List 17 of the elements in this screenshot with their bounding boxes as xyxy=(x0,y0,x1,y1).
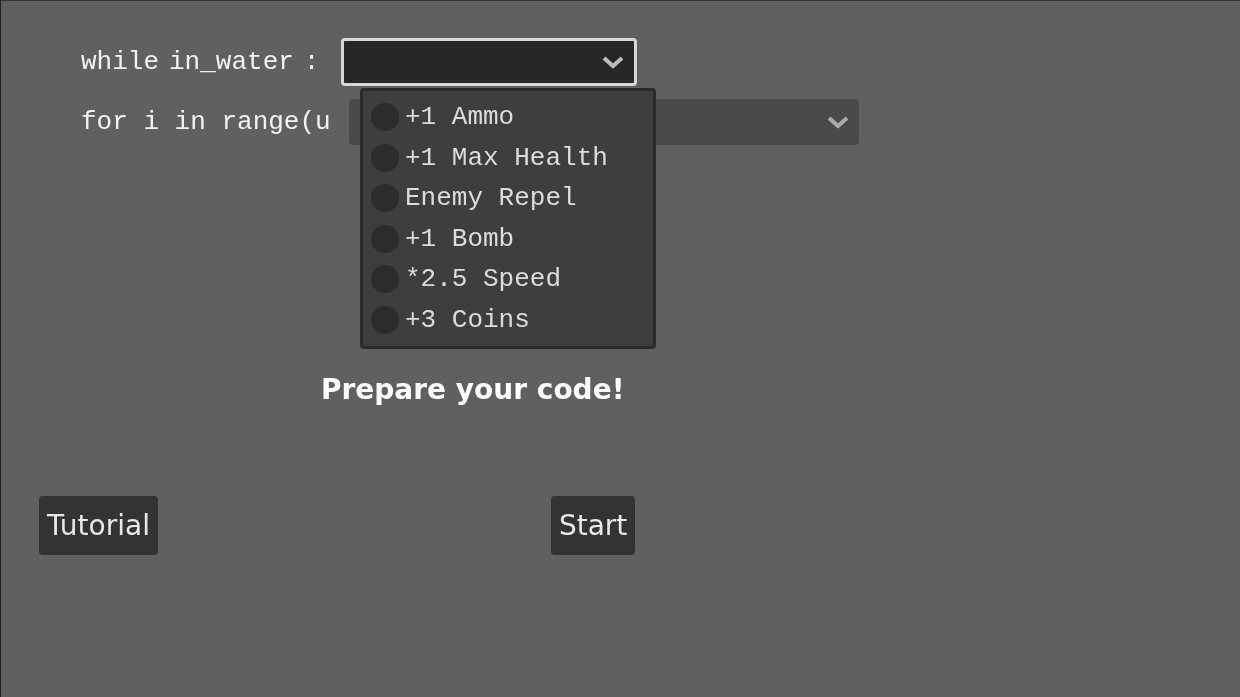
prompt-text: Prepare your code! xyxy=(321,373,625,406)
code-keyword: for i in range( xyxy=(81,107,316,137)
dropdown-option[interactable]: *2.5 Speed xyxy=(371,259,653,300)
code-text: in_water xyxy=(169,47,294,77)
code-keyword: while xyxy=(81,47,159,77)
dropdown-option[interactable]: +1 Max Health xyxy=(371,137,653,178)
tutorial-button[interactable]: Tutorial xyxy=(39,496,158,555)
code-text: u xyxy=(315,107,331,137)
code-text: : xyxy=(303,47,320,77)
dropdown-option[interactable]: Enemy Repel xyxy=(371,178,653,219)
chevron-down-icon xyxy=(602,55,625,69)
dropdown-option[interactable]: +1 Bomb xyxy=(371,218,653,259)
dropdown-option[interactable]: +3 Coins xyxy=(371,299,653,340)
dropdown-option[interactable]: +1 Ammo xyxy=(371,97,653,138)
chevron-down-icon xyxy=(826,115,849,129)
dropdown-select[interactable] xyxy=(341,38,638,86)
start-button[interactable]: Start xyxy=(550,496,636,555)
